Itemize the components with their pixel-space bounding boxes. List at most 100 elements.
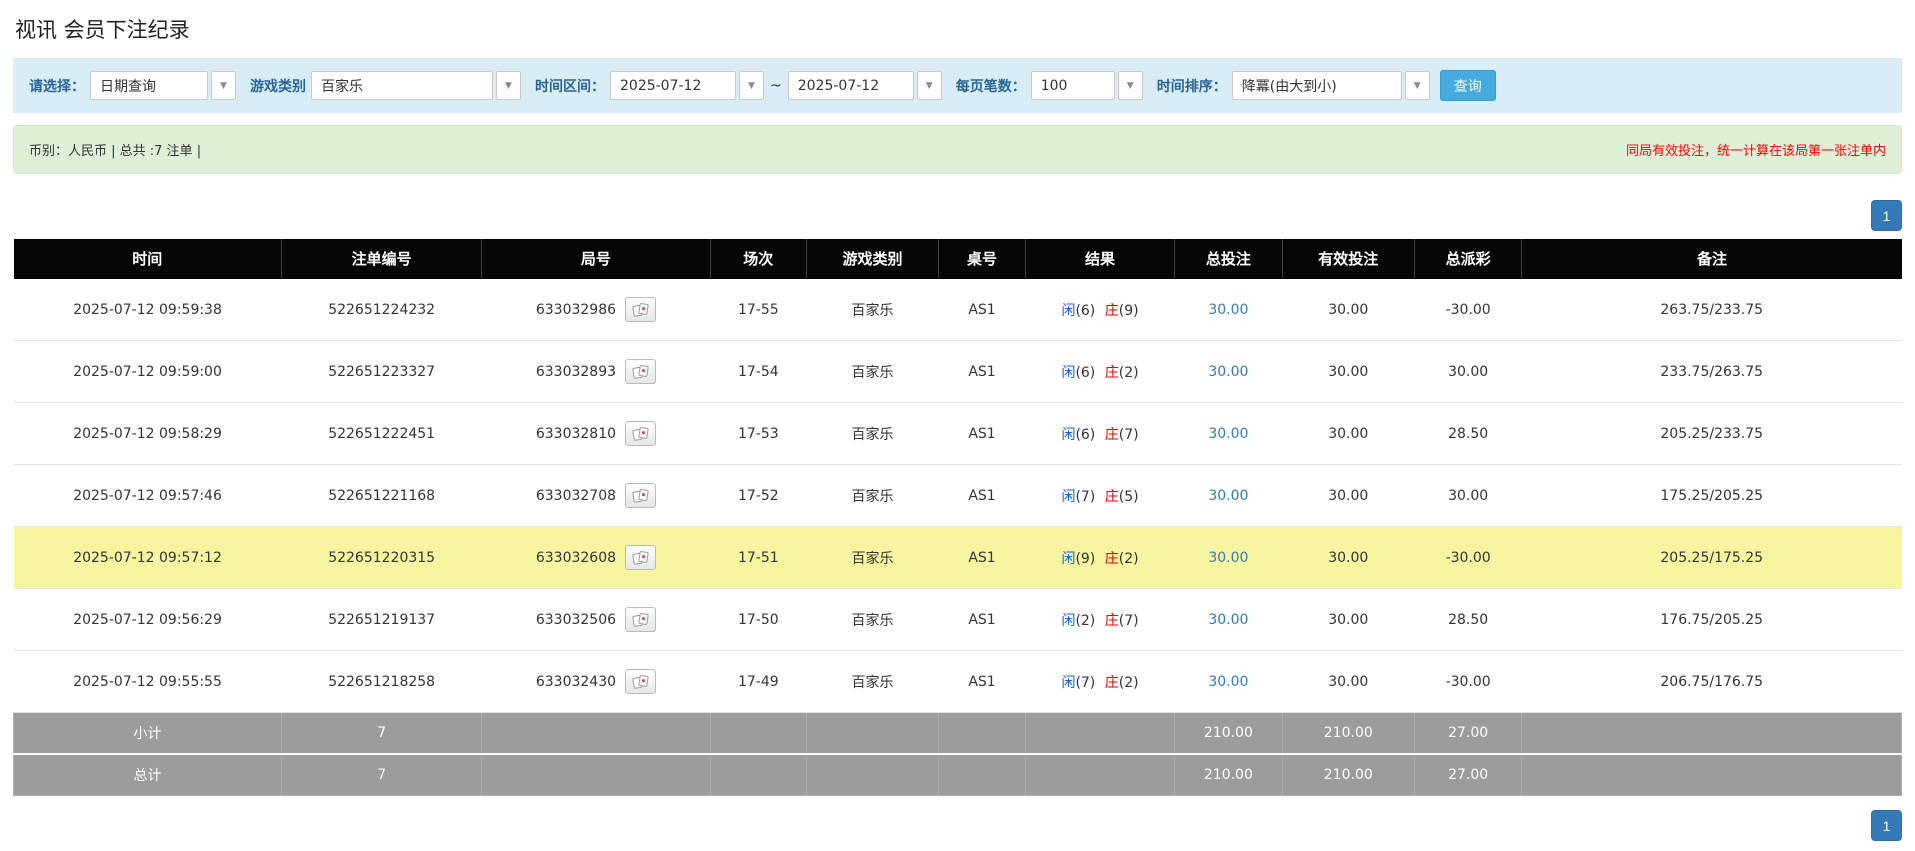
total-bet-link[interactable]: 30.00 <box>1208 302 1248 318</box>
cell-round-no: 633032986 <box>481 278 711 341</box>
cell-bet-no: 522651218258 <box>281 650 482 713</box>
col-header-table-no: 桌号 <box>938 239 1026 279</box>
empty-cell <box>1024 712 1176 755</box>
subtotal-label: 小计 <box>12 712 283 755</box>
empty-cell <box>1024 753 1176 796</box>
result-player-value: (6) <box>1075 302 1096 319</box>
cell-total-bet: 30.00 <box>1174 588 1283 651</box>
result-banker-value: (7) <box>1118 426 1139 443</box>
cell-payout: -30.00 <box>1414 526 1522 589</box>
result-banker-value: (2) <box>1118 364 1139 381</box>
total-row: 总计 7 210.00 210.00 27.00 <box>12 753 1902 796</box>
search-button[interactable]: 查询 <box>1439 70 1496 101</box>
result-banker-value: (9) <box>1118 302 1139 319</box>
col-header-total-bet: 总投注 <box>1174 239 1283 279</box>
game-type-value[interactable]: 百家乐 <box>311 71 493 100</box>
query-type-value[interactable]: 日期查询 <box>90 71 208 100</box>
result-banker: 庄 <box>1104 426 1119 443</box>
cards-icon <box>632 612 649 627</box>
total-bet-link[interactable]: 30.00 <box>1208 364 1248 380</box>
table-row[interactable]: 2025-07-12 09:59:00 522651223327 6330328… <box>13 340 1902 403</box>
result-player-value: (7) <box>1075 488 1096 505</box>
currency-total-text: 币别：人民币 | 总共 :7 注单 | <box>29 144 202 159</box>
total-bet-link[interactable]: 30.00 <box>1208 550 1248 566</box>
date-to-value[interactable]: 2025-07-12 <box>787 71 914 100</box>
result-player: 闲 <box>1061 426 1076 443</box>
table-row[interactable]: 2025-07-12 09:58:29 522651222451 6330328… <box>13 402 1902 465</box>
page-size-select[interactable]: 100 ▼ <box>1030 71 1143 100</box>
page-size-label: 每页笔数： <box>955 78 1026 95</box>
total-bet-link[interactable]: 30.00 <box>1208 488 1248 504</box>
game-type-select[interactable]: 百家乐 ▼ <box>311 71 521 100</box>
view-cards-button[interactable] <box>625 669 657 694</box>
pagination-bottom: 1 <box>13 810 1902 841</box>
date-from-value[interactable]: 2025-07-12 <box>610 71 736 100</box>
chevron-down-icon[interactable]: ▼ <box>211 71 236 100</box>
cell-result: 闲(6) 庄(7) <box>1025 402 1175 465</box>
time-sort-select[interactable]: 降冪(由大到小) ▼ <box>1231 71 1430 100</box>
cell-round-no: 633032430 <box>481 650 711 713</box>
page-1-button[interactable]: 1 <box>1871 200 1902 231</box>
cell-session: 17-51 <box>710 526 807 589</box>
view-cards-button[interactable] <box>625 545 657 570</box>
total-label: 总计 <box>12 753 283 796</box>
cell-remark: 233.75/263.75 <box>1521 340 1902 403</box>
cell-remark: 176.75/205.25 <box>1521 588 1902 651</box>
result-player-value: (6) <box>1075 426 1096 443</box>
chevron-down-icon[interactable]: ▼ <box>916 71 942 100</box>
chevron-down-icon[interactable]: ▼ <box>1404 71 1430 100</box>
round-number: 633032810 <box>535 425 617 442</box>
cell-session: 17-49 <box>710 650 807 713</box>
chevron-down-icon[interactable]: ▼ <box>739 71 764 100</box>
table-row[interactable]: 2025-07-12 09:59:38 522651224232 6330329… <box>13 278 1902 341</box>
result-banker-value: (7) <box>1118 612 1139 629</box>
result-player: 闲 <box>1061 612 1076 629</box>
cell-remark: 175.25/205.25 <box>1521 464 1902 527</box>
query-type-select[interactable]: 日期查询 ▼ <box>90 71 236 100</box>
empty-cell <box>1521 753 1902 796</box>
col-header-remark: 备注 <box>1521 239 1902 279</box>
cell-time: 2025-07-12 09:59:00 <box>13 340 282 403</box>
total-bet-link[interactable]: 30.00 <box>1208 612 1248 628</box>
view-cards-button[interactable] <box>625 359 657 384</box>
view-cards-button[interactable] <box>625 421 657 446</box>
result-banker: 庄 <box>1104 674 1119 691</box>
cell-time: 2025-07-12 09:58:29 <box>13 402 282 465</box>
total-bet-link[interactable]: 30.00 <box>1208 674 1248 690</box>
page-size-value[interactable]: 100 <box>1030 71 1115 100</box>
view-cards-button[interactable] <box>625 607 657 632</box>
subtotal-total-bet: 210.00 <box>1174 712 1283 755</box>
cell-time: 2025-07-12 09:57:12 <box>13 526 282 589</box>
cell-game-type: 百家乐 <box>806 526 939 589</box>
cell-payout: 28.50 <box>1414 588 1522 651</box>
cell-result: 闲(9) 庄(2) <box>1025 526 1175 589</box>
table-row[interactable]: 2025-07-12 09:57:12 522651220315 6330326… <box>13 526 1902 589</box>
filter-bar: 请选择： 日期查询 ▼ 游戏类别 百家乐 ▼ 时间区间： 2025-07-12 … <box>13 58 1902 113</box>
chevron-down-icon[interactable]: ▼ <box>496 71 521 100</box>
result-player-value: (6) <box>1075 364 1096 381</box>
round-number: 633032986 <box>535 301 617 318</box>
page-1-button[interactable]: 1 <box>1871 810 1902 841</box>
cell-payout: 28.50 <box>1414 402 1522 465</box>
table-row[interactable]: 2025-07-12 09:55:55 522651218258 6330324… <box>13 650 1902 713</box>
date-to-select[interactable]: 2025-07-12 ▼ <box>787 71 942 100</box>
empty-cell <box>805 753 940 796</box>
table-row[interactable]: 2025-07-12 09:56:29 522651219137 6330325… <box>13 588 1902 651</box>
total-bet-link[interactable]: 30.00 <box>1208 426 1248 442</box>
cell-total-bet: 30.00 <box>1174 340 1283 403</box>
empty-cell <box>938 753 1026 796</box>
cell-session: 17-52 <box>710 464 807 527</box>
page-title: 视讯 会员下注纪录 <box>15 18 190 42</box>
table-row[interactable]: 2025-07-12 09:57:46 522651221168 6330327… <box>13 464 1902 527</box>
chevron-down-icon[interactable]: ▼ <box>1117 71 1143 100</box>
view-cards-button[interactable] <box>625 297 657 322</box>
total-count: 7 <box>281 753 483 796</box>
date-from-select[interactable]: 2025-07-12 ▼ <box>610 71 764 100</box>
view-cards-button[interactable] <box>625 483 657 508</box>
result-player-value: (2) <box>1075 612 1096 629</box>
cards-icon <box>632 426 649 441</box>
cell-payout: 30.00 <box>1414 340 1522 403</box>
time-sort-value[interactable]: 降冪(由大到小) <box>1231 71 1402 100</box>
subtotal-count: 7 <box>281 712 483 755</box>
cell-bet-no: 522651224232 <box>281 278 482 341</box>
